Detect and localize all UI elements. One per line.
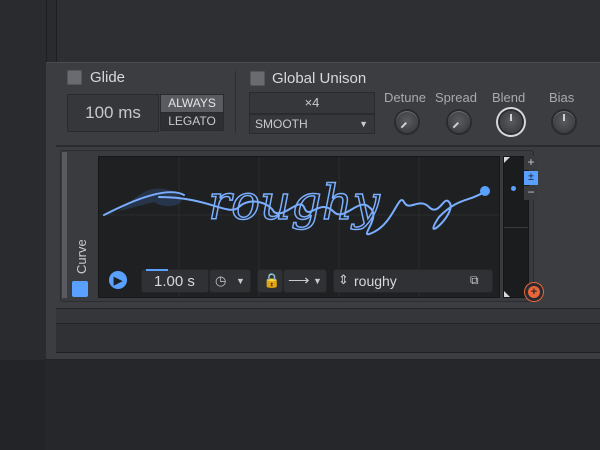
spread-label: Spread xyxy=(435,90,477,105)
lower-area xyxy=(46,360,600,450)
curve-section-label: Curve xyxy=(74,239,89,274)
glide-time-field[interactable]: 100 ms xyxy=(67,94,159,132)
blend-knob[interactable] xyxy=(500,111,522,133)
top-panel xyxy=(56,0,600,63)
corner-marker-top xyxy=(504,157,510,163)
bias-label: Bias xyxy=(549,90,575,105)
plus-icon: + xyxy=(528,286,540,298)
overview-dot xyxy=(511,186,516,191)
blend-label: Blend xyxy=(492,90,526,105)
curve-preset-name: roughy xyxy=(354,273,397,289)
unison-voices-field[interactable]: ×4 xyxy=(249,92,375,114)
glide-always-button[interactable]: ALWAYS xyxy=(160,94,224,113)
glide-label: Glide xyxy=(90,69,126,86)
unison-mode-value: SMOOTH xyxy=(255,117,308,131)
bottom-panel-bar xyxy=(56,308,600,324)
zoom-in-button[interactable]: + xyxy=(524,156,538,170)
chevron-down-icon: ▼ xyxy=(236,276,245,286)
play-icon[interactable]: ▶ xyxy=(109,271,127,289)
section-divider xyxy=(235,71,236,133)
panel-divider xyxy=(56,145,600,147)
glide-time-value: 100 ms xyxy=(85,103,141,122)
curve-display-text: roughy xyxy=(208,175,380,231)
global-unison-label: Global Unison xyxy=(272,70,367,87)
global-unison-checkbox[interactable] xyxy=(250,71,265,86)
curve-time-field[interactable]: 1.00 s xyxy=(141,269,209,293)
curve-time-value: 1.00 s xyxy=(154,273,195,290)
detune-label: Detune xyxy=(384,90,426,105)
direction-select[interactable]: ⟶ ▼ xyxy=(283,269,327,293)
lock-icon: 🔒 xyxy=(263,272,281,288)
lock-button[interactable]: 🔒 xyxy=(257,269,283,293)
glide-checkbox[interactable] xyxy=(67,70,82,85)
glide-legato-button[interactable]: LEGATO xyxy=(160,112,224,131)
chevron-down-icon: ▼ xyxy=(359,119,368,129)
add-curve-button[interactable]: + xyxy=(524,282,544,302)
updown-icon[interactable]: ⇕ xyxy=(338,272,349,288)
curve-enable-checkbox[interactable] xyxy=(72,281,88,297)
corner-marker-bottom xyxy=(504,291,510,297)
zoom-out-button[interactable]: − xyxy=(524,186,538,200)
curve-preset-selector[interactable]: ⇕ roughy ⧉ xyxy=(333,269,493,293)
curve-display[interactable]: roughy ▶ 1.00 s ◷ ▼ 🔒 ⟶ ▼ ⇕ roughy ⧉ xyxy=(98,156,500,298)
window-frame-left xyxy=(0,0,47,360)
spread-knob[interactable] xyxy=(448,111,470,133)
unison-mode-select[interactable]: SMOOTH ▼ xyxy=(249,114,375,134)
time-indicator xyxy=(146,269,168,271)
detune-knob[interactable] xyxy=(396,111,418,133)
zoom-fit-button[interactable]: ± xyxy=(524,171,538,185)
bottom-panel-footer xyxy=(56,324,600,353)
clock-sync-button[interactable]: ◷ ▼ xyxy=(209,269,251,293)
curve-section-strip xyxy=(62,152,67,298)
overview-divider xyxy=(504,227,528,228)
arrow-right-icon: ⟶ xyxy=(288,272,310,289)
bias-knob[interactable] xyxy=(553,111,575,133)
clock-icon: ◷ xyxy=(215,273,227,288)
copy-icon[interactable]: ⧉ xyxy=(470,273,479,288)
chevron-down-icon: ▼ xyxy=(313,276,322,286)
